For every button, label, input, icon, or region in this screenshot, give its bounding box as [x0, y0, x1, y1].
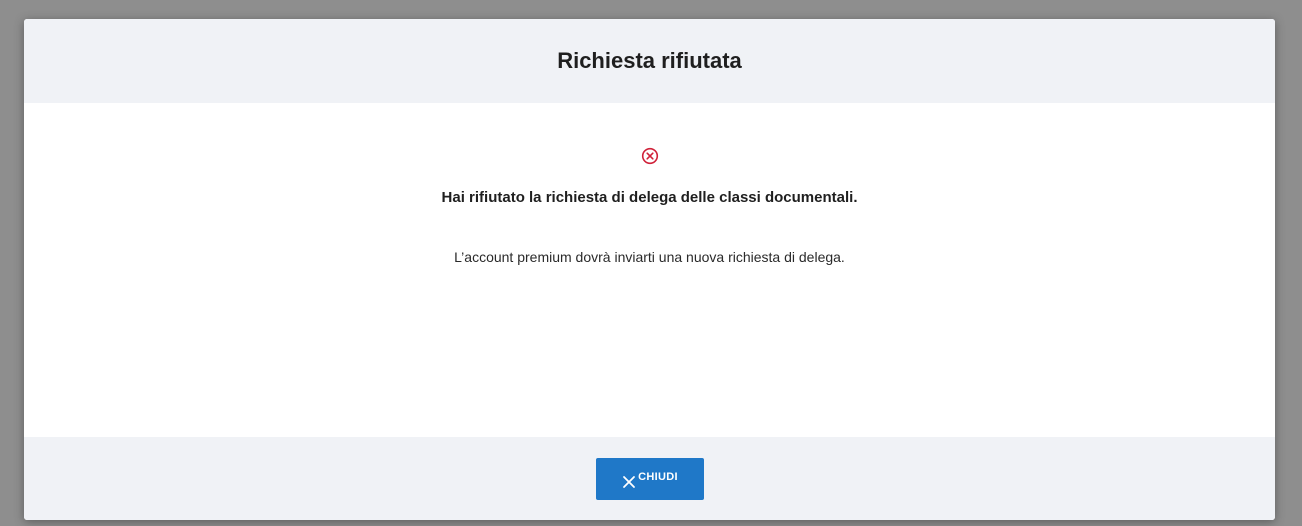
close-icon [623, 476, 636, 488]
dialog-footer: CHIUDI [24, 437, 1275, 520]
rejection-message: Hai rifiutato la richiesta di delega del… [441, 189, 858, 206]
rejection-dialog: Richiesta rifiutata Hai rifiutato la ric… [24, 19, 1275, 520]
close-button[interactable]: CHIUDI [596, 458, 704, 500]
dialog-header: Richiesta rifiutata [24, 19, 1275, 103]
dialog-title: Richiesta rifiutata [557, 48, 742, 73]
close-button-label: CHIUDI [638, 471, 678, 483]
rejection-submessage: L’account premium dovrà inviarti una nuo… [454, 249, 845, 265]
error-circle-x-icon [641, 147, 658, 165]
dialog-body: Hai rifiutato la richiesta di delega del… [24, 103, 1275, 437]
